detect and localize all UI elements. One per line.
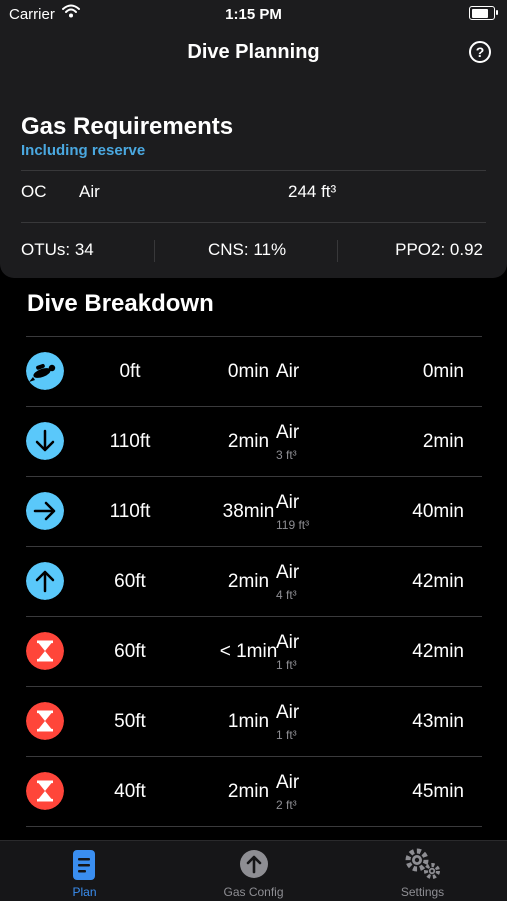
row-gas: Air — [276, 422, 300, 443]
row-gas-volume: 3 ft³ — [276, 448, 297, 462]
gas-requirements-subtitle: Including reserve — [21, 142, 146, 159]
arrow-down-icon — [26, 422, 64, 460]
tab-plan-label: Plan — [72, 885, 97, 899]
clock: 1:15 PM — [225, 6, 282, 23]
row-gas-volume: 119 ft³ — [276, 518, 310, 532]
row-runtime: 40min — [412, 501, 464, 522]
divider — [337, 240, 338, 262]
divider — [154, 240, 155, 262]
tab-settings[interactable]: Settings — [338, 841, 507, 901]
row-gas: Air — [276, 361, 300, 382]
row-depth: 40ft — [114, 781, 146, 802]
breakdown-row[interactable]: 60ft 2min Air 4 ft³ 42min — [26, 547, 482, 617]
tab-gas-config[interactable]: Gas Config — [169, 841, 338, 901]
tab-settings-label: Settings — [400, 885, 445, 899]
arrow-up-circle-icon — [240, 850, 268, 878]
breakdown-row[interactable]: 0ft 0min Air 0min — [26, 337, 482, 407]
otus-value: OTUs: 34 — [21, 240, 94, 259]
breakdown-row[interactable]: 50ft 1min Air 1 ft³ 43min — [26, 687, 482, 757]
tab-plan[interactable]: Plan — [0, 841, 169, 901]
tab-bar: Plan Gas Config Settings — [0, 840, 507, 901]
breakdown-row[interactable]: 110ft 2min Air 3 ft³ 2min — [26, 407, 482, 477]
dive-breakdown-title: Dive Breakdown — [27, 290, 214, 317]
row-runtime: 43min — [412, 711, 464, 732]
hourglass-icon — [26, 702, 64, 740]
row-gas: Air — [276, 562, 300, 583]
page-title: Dive Planning — [187, 41, 320, 63]
gears-icon — [405, 848, 440, 879]
row-runtime: 45min — [412, 781, 464, 802]
arrow-up-icon — [26, 562, 64, 600]
cns-value: CNS: 11% — [208, 240, 287, 259]
diver-icon — [26, 352, 64, 390]
status-bar: Carrier 1:15 PM — [0, 0, 507, 28]
gas-requirements-card: Gas Requirements Including reserve OC Ai… — [0, 80, 507, 278]
row-runtime: 2min — [422, 431, 464, 452]
row-depth: 110ft — [109, 431, 151, 452]
row-gas-volume: 2 ft³ — [276, 798, 297, 812]
breakdown-row[interactable]: 40ft 2min Air 2 ft³ 45min — [26, 757, 482, 827]
row-gas-volume: 1 ft³ — [276, 728, 297, 742]
tab-gas-config-label: Gas Config — [223, 885, 284, 899]
row-gas-volume: 1 ft³ — [276, 658, 297, 672]
row-gas: Air — [276, 702, 300, 723]
row-runtime: 0min — [422, 361, 464, 382]
dive-breakdown-list: 0ft 0min Air 0min 110ft 2min Air 3 ft³ 2… — [26, 336, 482, 827]
ppo2-value: PPO2: 0.92 — [395, 240, 483, 259]
divider — [21, 170, 486, 171]
row-runtime: 42min — [412, 571, 464, 592]
gas-mode: OC — [21, 182, 47, 201]
row-depth: 60ft — [114, 571, 146, 592]
gas-requirements-title: Gas Requirements — [21, 113, 234, 140]
hourglass-icon — [26, 772, 64, 810]
row-gas-volume: 4 ft³ — [276, 588, 297, 602]
row-runtime: 42min — [412, 641, 464, 662]
row-depth: 60ft — [114, 641, 146, 662]
row-depth: 0ft — [119, 361, 141, 382]
row-gas: Air — [276, 772, 300, 793]
breakdown-row[interactable]: 110ft 38min Air 119 ft³ 40min — [26, 477, 482, 547]
gas-name: Air — [79, 182, 100, 201]
arrow-right-icon — [26, 492, 64, 530]
document-icon — [73, 850, 95, 880]
divider — [21, 222, 486, 223]
navigation-header: Carrier 1:15 PM Dive Planning ? — [0, 0, 507, 80]
row-depth: 50ft — [114, 711, 146, 732]
breakdown-row[interactable]: 60ft < 1min Air 1 ft³ 42min — [26, 617, 482, 687]
help-icon[interactable]: ? — [469, 41, 491, 63]
row-gas: Air — [276, 632, 300, 653]
battery-icon — [469, 6, 498, 20]
hourglass-icon — [26, 632, 64, 670]
gas-volume: 244 ft³ — [288, 182, 337, 201]
row-depth: 110ft — [109, 501, 151, 522]
row-gas: Air — [276, 492, 300, 513]
